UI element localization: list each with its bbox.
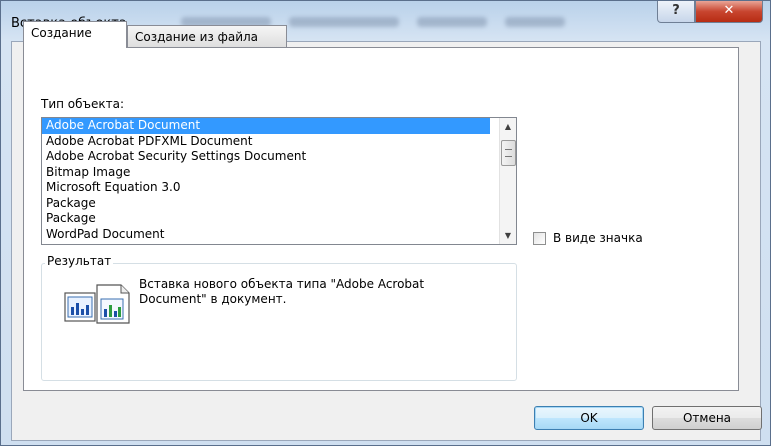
insert-object-icon <box>64 284 130 324</box>
cancel-button[interactable]: Отмена <box>652 406 762 430</box>
list-item[interactable]: Adobe Acrobat Security Settings Document <box>42 149 516 165</box>
tab-label: Создание <box>31 26 92 40</box>
list-item[interactable]: Adobe Acrobat PDFXML Document <box>42 134 516 150</box>
help-button[interactable]: ? <box>657 1 695 23</box>
result-text-line: Вставка нового объекта типа "Adobe Acrob… <box>139 277 425 291</box>
close-button[interactable]: ✕ <box>695 1 763 23</box>
list-item[interactable]: Bitmap Image <box>42 165 516 181</box>
tab-create-from-file[interactable]: Создание из файла <box>127 25 287 49</box>
display-as-icon-label[interactable]: В виде значка <box>553 231 643 245</box>
object-type-list[interactable]: Adobe Acrobat Document Adobe Acrobat PDF… <box>41 117 517 245</box>
list-scrollbar[interactable]: ▲ ▼ <box>499 118 516 244</box>
ok-button[interactable]: OK <box>534 406 644 430</box>
scroll-down-arrow-icon[interactable]: ▼ <box>500 227 516 244</box>
list-item[interactable]: Package <box>42 211 516 227</box>
close-icon: ✕ <box>723 3 735 18</box>
scroll-up-arrow-icon[interactable]: ▲ <box>500 118 516 135</box>
result-text-line: Document" в документ. <box>139 292 287 306</box>
tab-label: Создание из файла <box>135 30 259 44</box>
result-group-title: Результат <box>45 254 114 268</box>
tab-create-new[interactable]: Создание <box>23 21 127 48</box>
display-as-icon-checkbox[interactable] <box>533 232 546 245</box>
list-item[interactable]: WordPad Document <box>42 227 516 243</box>
help-icon: ? <box>672 3 680 18</box>
list-item[interactable]: Adobe Acrobat Document <box>42 118 490 134</box>
list-item[interactable]: Microsoft Equation 3.0 <box>42 180 516 196</box>
insert-object-dialog: Вставка объекта ? ✕ Создание Создание из… <box>0 0 771 446</box>
scrollbar-thumb[interactable] <box>501 140 516 166</box>
result-description: Вставка нового объекта типа "Adobe Acrob… <box>139 277 499 307</box>
object-type-label: Тип объекта: <box>41 97 125 111</box>
list-item[interactable]: Package <box>42 196 516 212</box>
